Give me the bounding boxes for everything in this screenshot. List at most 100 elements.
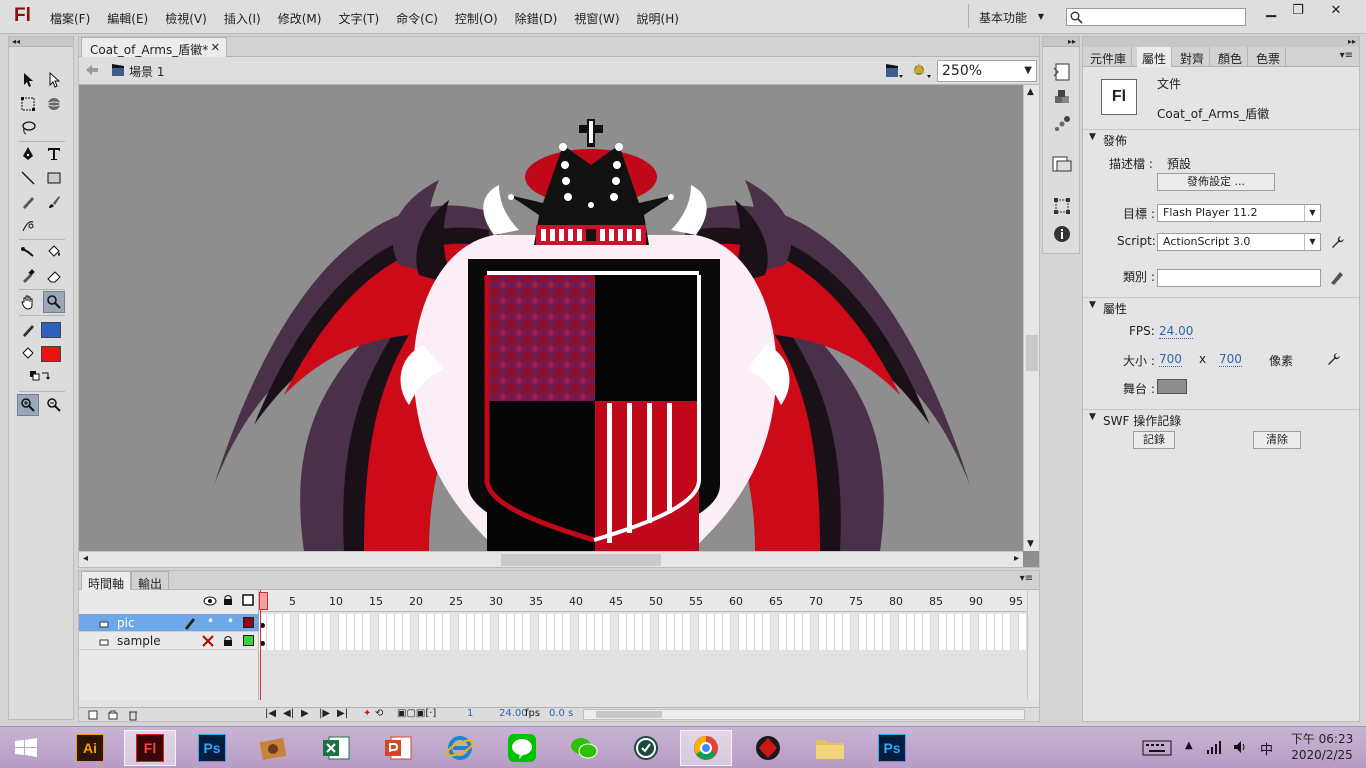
frame-cell[interactable] [379, 614, 387, 632]
frame-cell[interactable] [1019, 614, 1027, 632]
pencil-icon[interactable] [1329, 269, 1345, 285]
target-select[interactable]: Flash Player 11.2 ▼ [1157, 204, 1321, 222]
frame-cell[interactable] [795, 614, 803, 632]
frame-cell[interactable] [451, 632, 459, 650]
taskbar-media-app[interactable] [248, 730, 300, 766]
hand-tool[interactable] [17, 291, 39, 313]
frame-cell[interactable] [283, 632, 291, 650]
eye-icon[interactable] [203, 596, 217, 606]
taskbar-explorer[interactable] [804, 730, 856, 766]
stage-horizontal-scrollbar[interactable]: ◂ ▸ [79, 551, 1023, 567]
frame-cell[interactable] [683, 614, 691, 632]
library-button[interactable] [1051, 153, 1073, 175]
frame-cell[interactable] [899, 632, 907, 650]
section-swf-history[interactable]: ▼ SWF 操作記錄 [1083, 409, 1359, 428]
help-search-input[interactable] [1066, 8, 1246, 26]
frame-cell[interactable] [787, 632, 795, 650]
zoom-in-option[interactable] [17, 394, 39, 416]
frame-cell[interactable] [491, 614, 499, 632]
frame-cell[interactable] [987, 614, 995, 632]
frame-cell[interactable] [315, 614, 323, 632]
frame-cell[interactable] [827, 632, 835, 650]
frame-cell[interactable] [763, 632, 771, 650]
frame-cell[interactable] [331, 632, 339, 650]
keyboard-icon[interactable] [1142, 740, 1172, 756]
frame-cell[interactable] [675, 614, 683, 632]
onion-skin-icon[interactable]: ▣▢▣[·] [397, 708, 436, 719]
scroll-left-icon[interactable]: ◂ [83, 553, 88, 564]
selection-tool[interactable] [17, 69, 39, 91]
layer-row-sample[interactable]: sample [79, 632, 259, 650]
wrench-icon[interactable] [1325, 351, 1341, 367]
publish-settings-button[interactable]: 發佈設定 ... [1157, 173, 1275, 191]
frame-cell[interactable] [595, 632, 603, 650]
frame-cell[interactable] [587, 632, 595, 650]
menu-control[interactable]: 控制(O) [455, 10, 498, 27]
frame-cell[interactable] [643, 632, 651, 650]
frame-cell[interactable] [739, 614, 747, 632]
frame-cell[interactable] [483, 614, 491, 632]
frame-cell[interactable] [611, 614, 619, 632]
tab-output[interactable]: 輸出 [131, 571, 170, 591]
frame-cell[interactable] [1011, 632, 1019, 650]
frame-cell[interactable] [979, 614, 987, 632]
play-button[interactable]: ▶ [301, 708, 309, 719]
frame-cell[interactable] [923, 632, 931, 650]
frame-cell[interactable] [515, 614, 523, 632]
frame-cell[interactable] [971, 614, 979, 632]
frame-cell[interactable] [707, 632, 715, 650]
workspace-switcher[interactable]: 基本功能 ▼ [968, 4, 1058, 28]
visibility-dot[interactable]: • [207, 614, 214, 628]
menu-modify[interactable]: 修改(M) [278, 10, 322, 27]
frame-cell[interactable] [475, 614, 483, 632]
frame-cell[interactable] [691, 614, 699, 632]
scroll-right-icon[interactable]: ▸ [1014, 553, 1019, 564]
eraser-tool[interactable] [43, 265, 65, 287]
stage-canvas[interactable] [79, 85, 1023, 551]
taskbar-wechat[interactable] [558, 730, 610, 766]
frame-cell[interactable] [411, 614, 419, 632]
frame-cell[interactable] [435, 632, 443, 650]
frame-cell[interactable] [267, 632, 275, 650]
frame-cell[interactable] [947, 614, 955, 632]
start-button[interactable] [0, 730, 52, 766]
actions-panel-button[interactable] [1051, 61, 1073, 83]
frame-cell[interactable] [483, 632, 491, 650]
clear-button[interactable]: 清除 [1253, 431, 1301, 449]
frame-cell[interactable] [579, 632, 587, 650]
frame-cell[interactable] [499, 614, 507, 632]
frame-cell[interactable] [739, 632, 747, 650]
frame-cell[interactable] [387, 632, 395, 650]
brush-tool[interactable] [43, 191, 65, 213]
frame-cell[interactable] [731, 614, 739, 632]
frame-cell[interactable] [779, 614, 787, 632]
close-tab-icon[interactable]: ✕ [211, 41, 220, 54]
pencil-tool[interactable] [17, 191, 39, 213]
text-tool[interactable] [43, 143, 65, 165]
frame-cell[interactable] [987, 632, 995, 650]
frame-cell[interactable] [307, 632, 315, 650]
frame-cell[interactable] [763, 614, 771, 632]
components-panel-button[interactable] [1051, 87, 1073, 109]
menu-debug[interactable]: 除錯(D) [515, 10, 558, 27]
frame-cell[interactable] [339, 632, 347, 650]
frame-cell[interactable] [531, 614, 539, 632]
frame-cell[interactable] [587, 614, 595, 632]
bone-tool[interactable] [17, 241, 39, 263]
frame-cell[interactable] [403, 614, 411, 632]
frame-cell[interactable] [571, 632, 579, 650]
frame-cell[interactable] [395, 632, 403, 650]
frame-cell[interactable] [803, 614, 811, 632]
frame-cell[interactable] [1003, 632, 1011, 650]
frame-cell[interactable] [963, 632, 971, 650]
frame-cell[interactable] [859, 614, 867, 632]
frame-cell[interactable] [939, 632, 947, 650]
frame-cell[interactable] [699, 614, 707, 632]
swap-colors-button[interactable] [29, 365, 51, 387]
edit-symbols-icon[interactable] [911, 61, 933, 81]
frame-cell[interactable] [979, 632, 987, 650]
menu-insert[interactable]: 插入(I) [224, 10, 261, 27]
frame-cell[interactable] [355, 632, 363, 650]
frame-cell[interactable] [715, 614, 723, 632]
go-first-frame-button[interactable]: |◀ [265, 708, 276, 719]
